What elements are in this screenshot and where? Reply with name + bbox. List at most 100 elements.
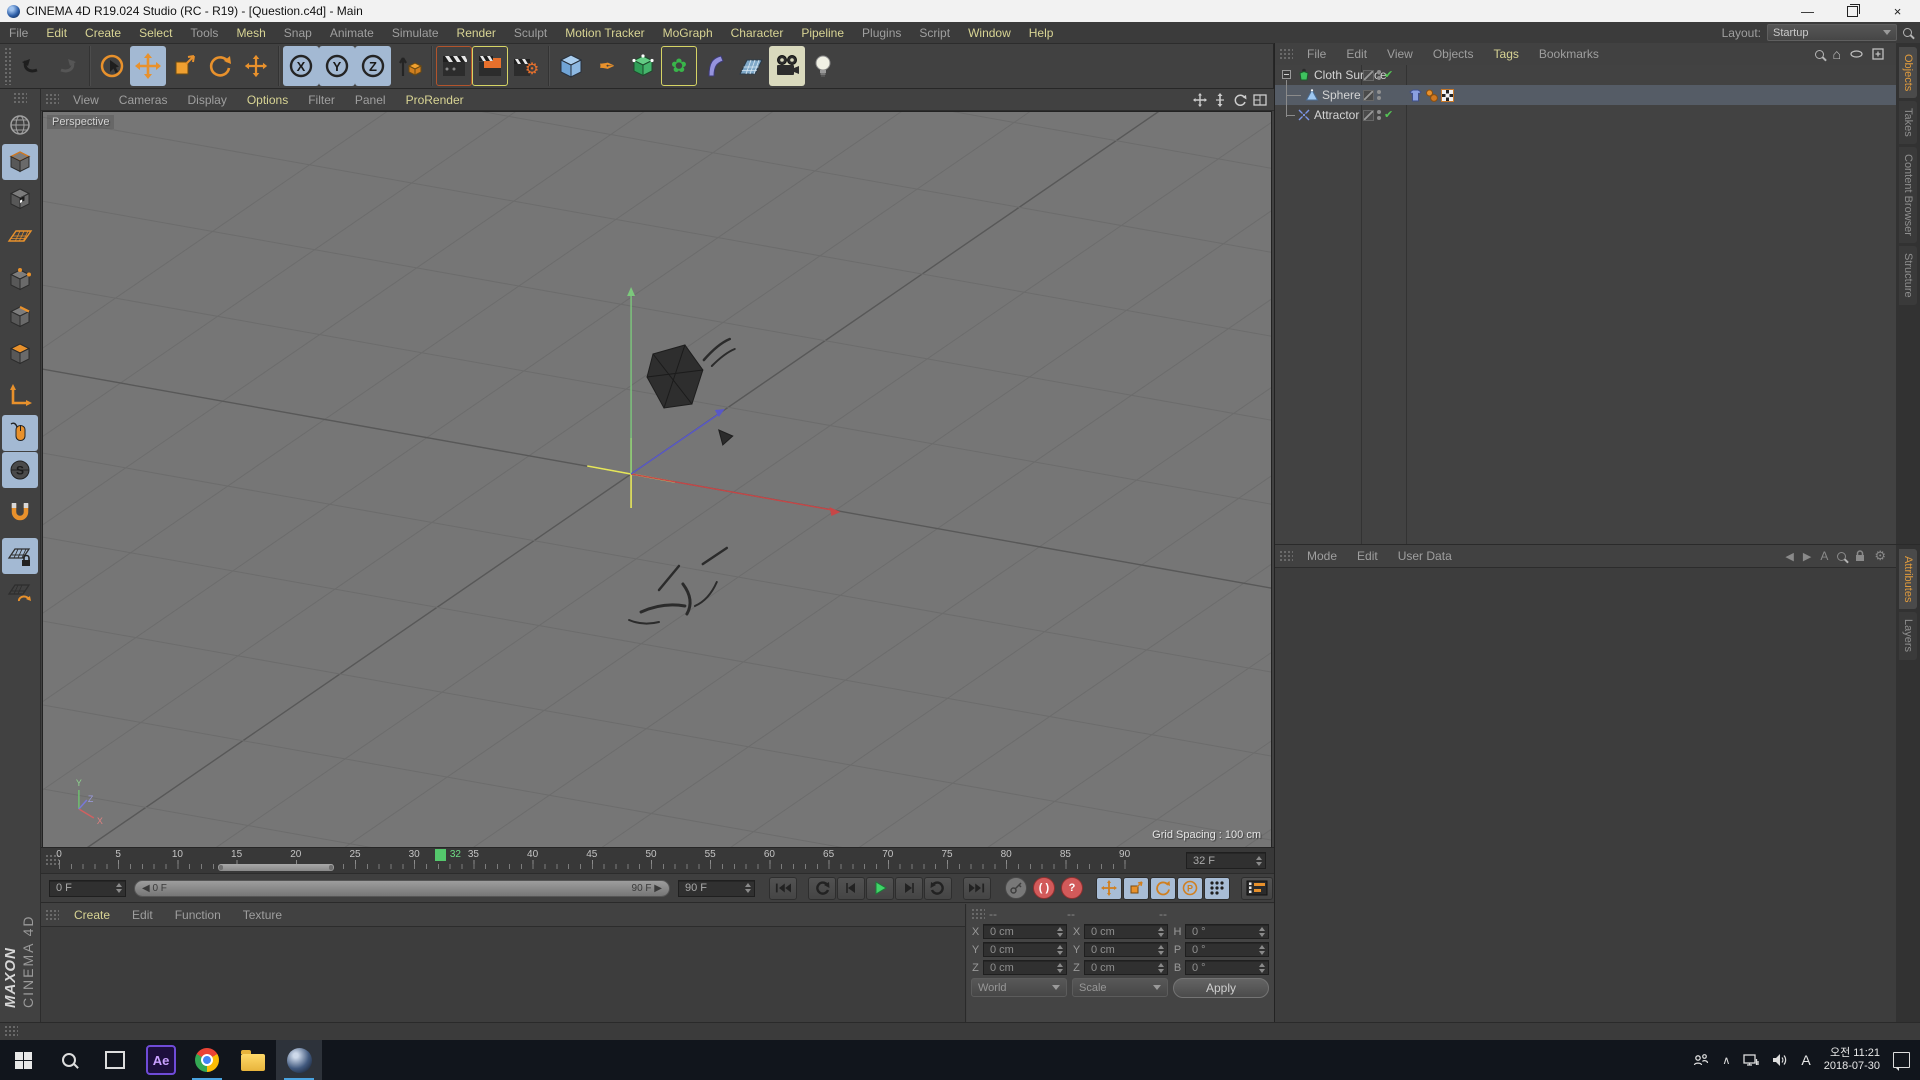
menu-item-cameras[interactable]: Cameras: [109, 93, 178, 107]
dynamics-tag-icon[interactable]: [1425, 89, 1438, 102]
coord-field-z-0[interactable]: 0 cm: [983, 960, 1067, 975]
material-manager-grip[interactable]: [45, 908, 59, 922]
add-primitive-button[interactable]: [553, 46, 589, 86]
lock-y-axis-button[interactable]: Y: [319, 46, 355, 86]
menu-item-display[interactable]: Display: [177, 93, 236, 107]
undo-button[interactable]: [13, 46, 49, 86]
menu-item-snap[interactable]: Snap: [275, 26, 321, 40]
attribute-body[interactable]: [1275, 568, 1920, 1023]
start-button[interactable]: [0, 1040, 46, 1080]
scale-dropdown[interactable]: Scale: [1072, 978, 1168, 997]
menu-item-window[interactable]: Window: [959, 26, 1020, 40]
add-deformer-button[interactable]: [697, 46, 733, 86]
workplane-mode-button[interactable]: [2, 218, 38, 254]
ime-indicator[interactable]: A: [1801, 1052, 1810, 1068]
menu-item-tags[interactable]: Tags: [1484, 47, 1529, 61]
attribute-manager-grip[interactable]: [1279, 549, 1293, 563]
make-editable-button[interactable]: [2, 107, 38, 143]
coord-field-y-0[interactable]: 0 cm: [983, 942, 1067, 957]
menu-item-edit[interactable]: Edit: [1336, 47, 1377, 61]
lock-x-axis-button[interactable]: X: [283, 46, 319, 86]
timeline-ruler[interactable]: 0 5 10 15 20 25 30 35 40 45 50 55 60 65 70 75 80 85 90 32 3…: [41, 847, 1274, 874]
rotate-tool-button[interactable]: [202, 46, 238, 86]
open-timeline-button[interactable]: [1241, 876, 1273, 900]
view-label[interactable]: Perspective: [47, 115, 115, 129]
apply-button[interactable]: Apply: [1173, 978, 1269, 998]
add-camera-button[interactable]: [769, 46, 805, 86]
panel-tab-takes[interactable]: Takes: [1899, 101, 1917, 145]
search-icon[interactable]: [1814, 49, 1824, 59]
close-button[interactable]: ×: [1875, 0, 1920, 22]
minimize-button[interactable]: —: [1785, 0, 1830, 22]
panel-tab-layers[interactable]: Layers: [1899, 612, 1917, 660]
scale-tool-button[interactable]: [166, 46, 202, 86]
frame-range-slider[interactable]: ◀ 0 F 90 F ▶: [134, 879, 670, 897]
record-objects-button[interactable]: [1005, 877, 1027, 899]
menu-item-filter[interactable]: Filter: [298, 93, 345, 107]
object-manager-grip[interactable]: [1279, 47, 1293, 61]
visibility-dots[interactable]: [1377, 110, 1381, 120]
play-button[interactable]: [866, 876, 894, 900]
object-row-cloth-surface[interactable]: Cloth Surface ✔: [1275, 65, 1896, 85]
add-light-button[interactable]: [805, 46, 841, 86]
goto-end-button[interactable]: [963, 876, 991, 900]
prev-frame-button[interactable]: [837, 876, 865, 900]
rotate-view-icon[interactable]: [1232, 92, 1248, 108]
menu-item-create[interactable]: Create: [63, 908, 121, 922]
search-icon[interactable]: [1903, 28, 1912, 37]
viewport-menu-grip[interactable]: [45, 93, 59, 106]
viewport-canvas[interactable]: Y Z X Perspective Grid Spacing : 100 cm: [42, 111, 1272, 848]
ruler-scrollbar[interactable]: [217, 864, 334, 871]
menu-item-view[interactable]: View: [1377, 47, 1423, 61]
coord-field-p-2[interactable]: 0 °: [1185, 942, 1269, 957]
snap-button[interactable]: [2, 495, 38, 531]
menu-item-objects[interactable]: Objects: [1423, 47, 1484, 61]
menu-item-options[interactable]: Options: [237, 93, 298, 107]
keyframe-scale-toggle[interactable]: [1123, 876, 1149, 900]
visibility-dots[interactable]: [1377, 70, 1381, 80]
menu-item-simulate[interactable]: Simulate: [383, 26, 448, 40]
task-view-button[interactable]: [92, 1040, 138, 1080]
texture-tag-icon[interactable]: [1441, 88, 1454, 102]
layer-color-box[interactable]: [1363, 89, 1374, 101]
material-list-area[interactable]: [41, 927, 965, 1022]
after-effects-button[interactable]: Ae: [138, 1040, 184, 1080]
workplane-lock-button[interactable]: [2, 538, 38, 574]
menu-item-prorender[interactable]: ProRender: [396, 93, 474, 107]
last-tool-button[interactable]: [238, 46, 274, 86]
status-grip[interactable]: [4, 1025, 18, 1038]
points-mode-button[interactable]: [2, 261, 38, 297]
toggle-view-icon[interactable]: [1252, 92, 1268, 108]
network-icon[interactable]: [1743, 1053, 1760, 1067]
object-row-sphere[interactable]: Sphere: [1275, 85, 1896, 105]
taskbar-search-button[interactable]: [46, 1040, 92, 1080]
render-settings-button[interactable]: ⚙: [508, 46, 544, 86]
menu-item-plugins[interactable]: Plugins: [853, 26, 910, 40]
search-icon[interactable]: [1837, 551, 1847, 561]
panel-tab-structure[interactable]: Structure: [1899, 245, 1917, 305]
home-icon[interactable]: ⌂: [1833, 46, 1841, 62]
render-view-button[interactable]: [436, 46, 472, 86]
pan-view-icon[interactable]: [1192, 92, 1208, 108]
menu-item-panel[interactable]: Panel: [345, 93, 396, 107]
enabled-check-icon[interactable]: ✔: [1384, 109, 1393, 121]
layer-color-box[interactable]: [1363, 109, 1374, 121]
tray-expand-icon[interactable]: ∧: [1722, 1054, 1730, 1067]
menu-item-character[interactable]: Character: [722, 26, 793, 40]
coord-field-y-1[interactable]: 0 cm: [1084, 942, 1168, 957]
arrange-icon[interactable]: A: [1820, 549, 1828, 563]
coord-field-z-1[interactable]: 0 cm: [1084, 960, 1168, 975]
menu-item-tools[interactable]: Tools: [181, 26, 227, 40]
end-frame-field[interactable]: 90 F: [678, 879, 755, 897]
keyframe-position-toggle[interactable]: [1096, 876, 1122, 900]
add-object-icon[interactable]: [1872, 48, 1884, 60]
menu-item-view[interactable]: View: [63, 93, 109, 107]
visibility-dots[interactable]: [1377, 90, 1381, 100]
file-explorer-button[interactable]: [230, 1040, 276, 1080]
menu-item-file[interactable]: File: [0, 26, 37, 40]
menu-item-script[interactable]: Script: [910, 26, 959, 40]
start-frame-field[interactable]: 0 F: [49, 879, 126, 897]
playhead[interactable]: [434, 849, 446, 861]
menu-item-mesh[interactable]: Mesh: [227, 26, 274, 40]
current-frame-field[interactable]: 32 F: [1186, 852, 1266, 869]
